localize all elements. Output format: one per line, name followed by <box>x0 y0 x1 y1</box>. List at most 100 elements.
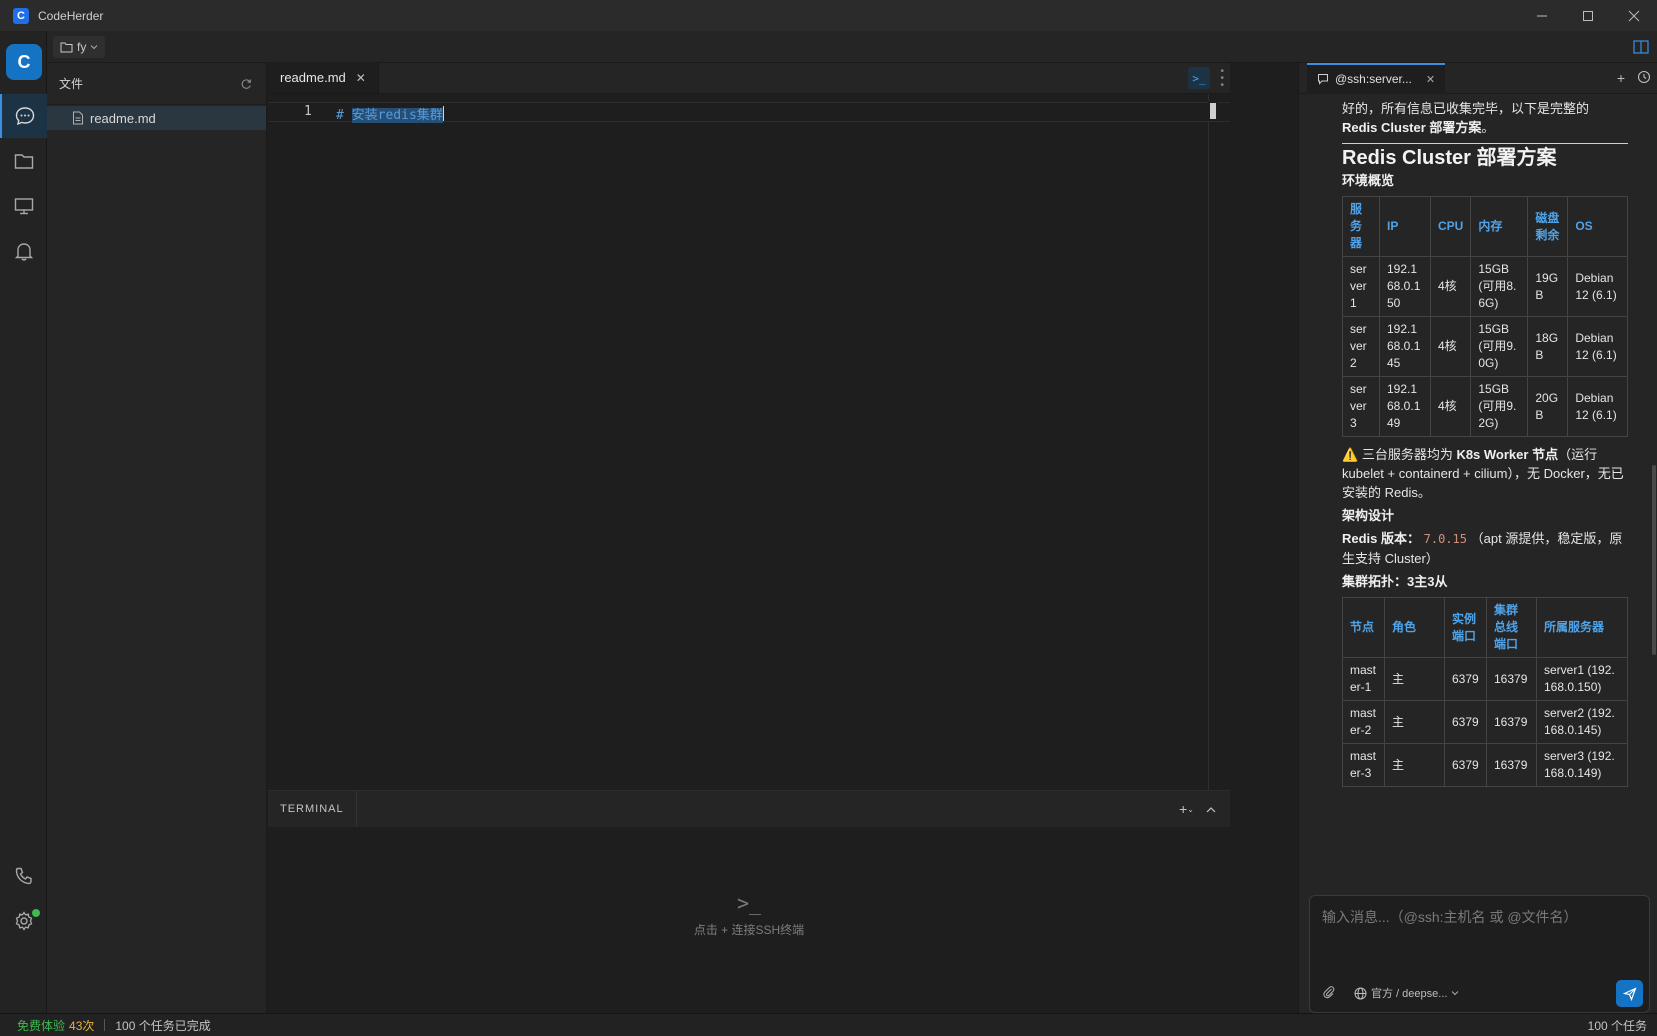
terminal-icon: >_ <box>736 891 762 915</box>
table-header-cell: 集群总线端口 <box>1486 597 1537 658</box>
table-header-cell: 节点 <box>1342 597 1385 658</box>
table-cell: 16379 <box>1486 743 1537 787</box>
more-actions-icon[interactable]: • • • <box>1220 67 1224 91</box>
table-row: server1 192.168.0.150 4核 15GB (可用8.6G) 1… <box>1342 256 1628 317</box>
table-header-cell: IP <box>1379 196 1431 257</box>
table-cell: master-2 <box>1342 700 1385 744</box>
message-input[interactable]: 输入消息...（@ssh:主机名 或 @文件名） <box>1322 907 1578 927</box>
env-table: 服务器 IP CPU 内存 磁盘剩余 OS server1 192.168.0.… <box>1342 196 1628 437</box>
env-section-title: 环境概览 <box>1342 173 1395 188</box>
terminal-actions: +⌄ <box>1179 801 1216 817</box>
add-terminal-button[interactable]: +⌄ <box>1179 801 1194 817</box>
terminal-panel: TERMINAL +⌄ >_ 点击 + 连接SSH终端 <box>268 790 1230 1013</box>
trial-label[interactable]: 免费体验 <box>17 1017 65 1034</box>
activity-files[interactable] <box>0 139 47 183</box>
code-line[interactable]: 1 # 安装redis集群 <box>268 102 1230 123</box>
new-chat-button[interactable]: + <box>1617 70 1625 86</box>
activity-notifications[interactable] <box>0 229 47 273</box>
chevron-down-icon <box>90 45 98 50</box>
heading-marker: # <box>336 108 352 123</box>
activity-bar: C <box>0 31 47 1013</box>
table-cell: 15GB (可用8.6G) <box>1470 256 1529 317</box>
table-header-cell: 磁盘剩余 <box>1527 196 1569 257</box>
editor-tabbar: readme.md ✕ >_ • • • <box>268 62 1230 94</box>
send-button[interactable] <box>1616 980 1643 1007</box>
folder-icon <box>60 42 73 53</box>
collapse-terminal-button[interactable] <box>1206 801 1216 817</box>
paperclip-icon[interactable] <box>1322 985 1336 999</box>
close-tab-icon[interactable]: ✕ <box>356 71 366 85</box>
chat-tab-ssh-server[interactable]: @ssh:server... ✕ <box>1307 62 1446 94</box>
toggle-layout-button[interactable] <box>1631 37 1651 57</box>
window-controls <box>1519 0 1657 31</box>
gear-icon <box>15 911 32 931</box>
chat-input-box[interactable]: 输入消息...（@ssh:主机名 或 @文件名） 官方 / deepse... <box>1309 895 1650 1013</box>
table-cell: 4核 <box>1429 376 1472 437</box>
topology-table-header: 节点 角色 实例端口 集群总线端口 所属服务器 <box>1342 597 1628 658</box>
activity-call[interactable] <box>0 854 47 898</box>
table-cell: 主 <box>1384 657 1445 701</box>
app-logo-icon: C <box>13 7 29 24</box>
chat-panel: @ssh:server... ✕ + 好的，所有信息已收集完毕，以下是完整的 R… <box>1298 62 1657 1013</box>
minimap-thumb[interactable] <box>1208 101 1218 121</box>
table-cell: 4核 <box>1429 256 1472 317</box>
table-cell: master-3 <box>1342 743 1385 787</box>
close-window-button[interactable] <box>1611 0 1657 31</box>
intro-text: 好的，所有信息已收集完毕，以下是完整的 <box>1342 101 1590 116</box>
folder-icon <box>14 154 33 169</box>
table-row: master-3 主 6379 16379 server3 (192.168.0… <box>1342 743 1628 787</box>
activity-chat[interactable] <box>0 94 47 138</box>
table-cell: 6379 <box>1444 657 1487 701</box>
table-cell: 192.168.0.145 <box>1379 316 1431 377</box>
close-tab-icon[interactable]: ✕ <box>1426 73 1435 86</box>
table-cell: server2 (192.168.0.145) <box>1536 700 1628 744</box>
table-cell: 20GB <box>1527 376 1569 437</box>
assistant-message: 好的，所有信息已收集完毕，以下是完整的 Redis Cluster 部署方案。 … <box>1342 95 1628 787</box>
folder-selector[interactable]: fy <box>53 36 106 58</box>
tab-readme[interactable]: readme.md ✕ <box>268 62 379 93</box>
terminal-empty-state: >_ 点击 + 连接SSH终端 <box>268 891 1230 938</box>
table-row: server2 192.168.0.145 4核 15GB (可用9.0G) 1… <box>1342 316 1628 377</box>
send-icon <box>1622 986 1637 1001</box>
activity-settings[interactable] <box>0 899 47 943</box>
toggle-terminal-button[interactable]: >_ <box>1188 67 1210 89</box>
tasks-total[interactable]: 100 个任务 <box>1588 1017 1647 1034</box>
workspace-avatar[interactable]: C <box>6 44 42 80</box>
terminal-title[interactable]: TERMINAL <box>268 791 357 827</box>
table-cell: 主 <box>1384 743 1445 787</box>
bell-icon <box>14 243 33 261</box>
maximize-button[interactable] <box>1565 0 1611 31</box>
warning-bold: K8s Worker 节点 <box>1456 447 1559 462</box>
table-cell: Debian 12 (6.1) <box>1567 256 1628 317</box>
code-content[interactable]: # 安装redis集群 <box>336 104 444 123</box>
env-table-header: 服务器 IP CPU 内存 磁盘剩余 OS <box>1342 196 1628 257</box>
tasks-completed[interactable]: 100 个任务已完成 <box>115 1017 210 1034</box>
activity-servers[interactable] <box>0 184 47 228</box>
model-selector[interactable]: 官方 / deepse... <box>1354 985 1459 1001</box>
chat-messages[interactable]: 好的，所有信息已收集完毕，以下是完整的 Redis Cluster 部署方案。 … <box>1299 95 1657 865</box>
line-number: 1 <box>304 104 312 119</box>
version-line: Redis 版本： 7.0.15 （apt 源提供，稳定版，原生支持 Clust… <box>1342 531 1623 566</box>
topology-table: 节点 角色 实例端口 集群总线端口 所属服务器 master-1 主 6379 … <box>1342 597 1628 787</box>
tab-label: readme.md <box>280 70 346 85</box>
table-header-cell: 服务器 <box>1342 196 1380 257</box>
topology-label: 集群拓扑：3主3从 <box>1342 574 1448 589</box>
history-icon[interactable] <box>1637 70 1651 84</box>
table-row: server3 192.168.0.149 4核 15GB (可用9.2G) 2… <box>1342 376 1628 437</box>
trial-count: 43次 <box>69 1018 95 1033</box>
globe-icon <box>1354 987 1367 999</box>
minimize-button[interactable] <box>1519 0 1565 31</box>
table-cell: 6379 <box>1444 743 1487 787</box>
file-item-readme[interactable]: readme.md <box>47 106 266 130</box>
refresh-icon[interactable] <box>240 78 252 90</box>
chat-scrollbar[interactable] <box>1652 465 1656 655</box>
table-row: master-1 主 6379 16379 server1 (192.168.0… <box>1342 657 1628 701</box>
message-intro: 好的，所有信息已收集完毕，以下是完整的 Redis Cluster 部署方案。 <box>1342 99 1628 137</box>
table-cell: 16379 <box>1486 700 1537 744</box>
maximize-icon <box>1583 10 1593 21</box>
table-header-cell: OS <box>1567 196 1628 257</box>
table-cell: server1 <box>1342 256 1380 317</box>
table-header-cell: 所属服务器 <box>1536 597 1628 658</box>
phone-icon <box>15 867 32 885</box>
terminal-prompt-icon: >_ <box>1192 71 1206 85</box>
